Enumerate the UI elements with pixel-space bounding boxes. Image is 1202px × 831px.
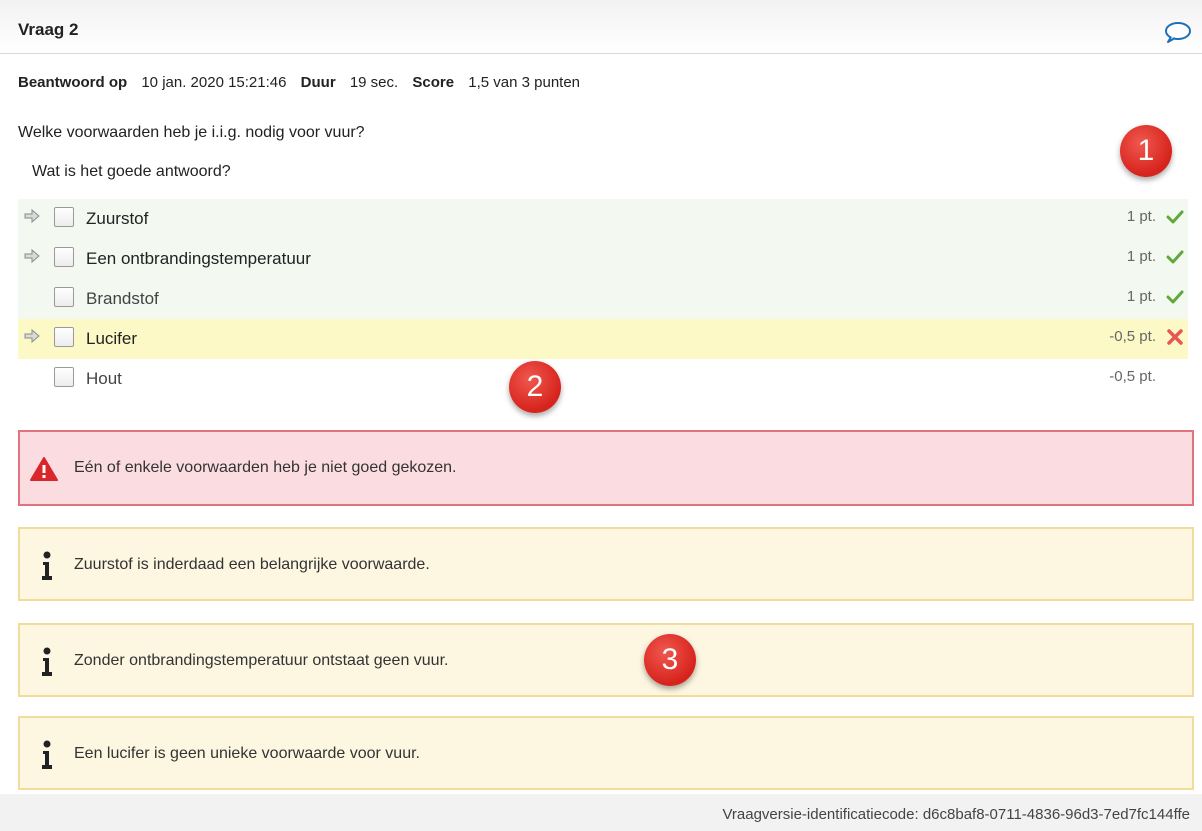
answered-value: 10 jan. 2020 15:21:46 <box>141 74 287 91</box>
info-icon <box>42 740 52 769</box>
arrow-right-icon <box>24 329 40 343</box>
info-feedback-text: Een lucifer is geen unieke voorwaarde vo… <box>74 745 420 762</box>
checkmark-icon <box>1166 210 1184 224</box>
callout-badge: 3 <box>644 634 696 686</box>
answer-option: Hout -0,5 pt. <box>18 359 1188 399</box>
info-feedback-text: Zonder ontbrandingstemperatuur ontstaat … <box>74 652 449 669</box>
answer-points: -0,5 pt. <box>1109 368 1156 385</box>
info-icon <box>42 551 52 580</box>
duration-label: Duur <box>300 74 336 91</box>
question-text: Welke voorwaarden heb je i.i.g. nodig vo… <box>18 124 365 141</box>
duration-value: 19 sec. <box>349 74 399 91</box>
checkmark-icon <box>1166 250 1184 264</box>
info-feedback-text: Zuurstof is inderdaad een belangrijke vo… <box>74 556 430 573</box>
warning-icon <box>30 457 58 481</box>
arrow-right-icon <box>24 209 40 223</box>
info-icon <box>42 647 52 676</box>
answer-label: Brandstof <box>86 289 159 308</box>
info-feedback: Zonder ontbrandingstemperatuur ontstaat … <box>18 623 1194 697</box>
answer-label: Een ontbrandingstemperatuur <box>86 249 311 268</box>
score-value: 1,5 van 3 punten <box>468 74 581 91</box>
speech-bubble-icon[interactable] <box>1163 20 1193 44</box>
answer-points: -0,5 pt. <box>1109 328 1156 345</box>
callout-badge: 2 <box>509 361 561 413</box>
error-feedback-text: Eén of enkele voorwaarden heb je niet go… <box>74 459 457 476</box>
subquestion-text: Wat is het goede antwoord? <box>32 163 231 180</box>
callout-badge: 1 <box>1120 125 1172 177</box>
answer-checkbox[interactable] <box>54 327 74 347</box>
answer-checkbox[interactable] <box>54 207 74 227</box>
question-title: Vraag 2 <box>18 20 79 39</box>
info-feedback: Zuurstof is inderdaad een belangrijke vo… <box>18 527 1194 601</box>
answered-label: Beantwoord op <box>18 74 128 91</box>
answer-checkbox[interactable] <box>54 287 74 307</box>
answer-options: Zuurstof 1 pt. Een ontbrandingstemperatu… <box>18 199 1188 399</box>
arrow-right-icon <box>24 249 40 263</box>
answer-meta: Beantwoord op 10 jan. 2020 15:21:46 Duur… <box>18 74 590 91</box>
answer-points: 1 pt. <box>1126 208 1156 225</box>
checkmark-icon <box>1166 290 1184 304</box>
answer-checkbox[interactable] <box>54 367 74 387</box>
answer-points: 1 pt. <box>1126 248 1156 265</box>
error-feedback: Eén of enkele voorwaarden heb je niet go… <box>18 430 1194 506</box>
answer-label: Zuurstof <box>86 209 149 228</box>
answer-option: Brandstof 1 pt. <box>18 279 1188 319</box>
footer: Vraagversie-identificatiecode: d6c8baf8-… <box>0 794 1202 831</box>
answer-points: 1 pt. <box>1126 288 1156 305</box>
answer-option: Lucifer -0,5 pt. <box>18 319 1188 359</box>
version-code: Vraagversie-identificatiecode: d6c8baf8-… <box>722 806 1190 823</box>
info-feedback: Een lucifer is geen unieke voorwaarde vo… <box>18 716 1194 790</box>
answer-label: Lucifer <box>86 329 138 348</box>
score-label: Score <box>412 74 455 91</box>
cross-icon <box>1167 329 1183 345</box>
answer-option: Een ontbrandingstemperatuur 1 pt. <box>18 239 1188 279</box>
answer-option: Zuurstof 1 pt. <box>18 199 1188 239</box>
answer-checkbox[interactable] <box>54 247 74 267</box>
question-header: Vraag 2 <box>0 0 1202 54</box>
answer-label: Hout <box>86 369 122 388</box>
